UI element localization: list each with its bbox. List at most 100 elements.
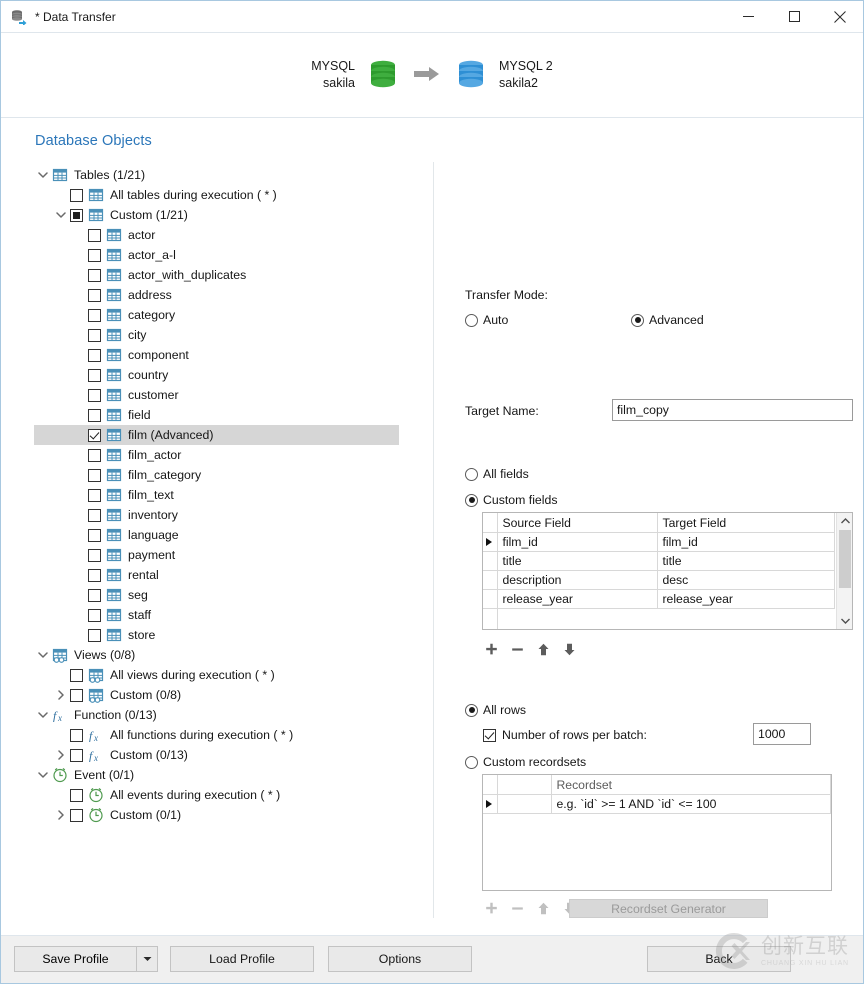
data-transfer-window: * Data Transfer MYSQL sakila MYSQL 2 sak…: [0, 0, 864, 984]
data-transfer-icon: [11, 9, 27, 26]
add-icon[interactable]: [485, 902, 498, 915]
table-row[interactable]: e.g. `id` >= 1 AND `id` <= 100: [483, 794, 831, 814]
database-cylinder-blue-icon: [457, 59, 485, 91]
grid-empty-area: [483, 813, 831, 886]
recordset-placeholder-cell[interactable]: e.g. `id` >= 1 AND `id` <= 100: [551, 794, 831, 814]
checkbox-rows-per-batch-label: Number of rows per batch:: [502, 728, 647, 742]
add-icon[interactable]: [485, 643, 498, 656]
radio-mode-advanced[interactable]: Advanced: [631, 313, 704, 327]
current-row-arrow-icon: [486, 538, 492, 546]
grid-column-header[interactable]: Target Field: [657, 513, 835, 533]
connection-header: MYSQL sakila MYSQL 2 sakila2: [1, 33, 863, 118]
table-row[interactable]: release_year release_year: [483, 589, 835, 609]
table-row[interactable]: description desc: [483, 570, 835, 590]
source-connection[interactable]: MYSQL sakila: [311, 58, 397, 92]
source-field-cell[interactable]: title: [497, 551, 658, 571]
table-row[interactable]: title title: [483, 551, 835, 571]
source-field-cell[interactable]: film_id: [497, 532, 658, 552]
radio-all-rows-label: All rows: [483, 703, 527, 717]
title-bar: * Data Transfer: [1, 1, 863, 33]
radio-dot-custom-fields: [465, 493, 478, 507]
grid-row-marker: [483, 570, 498, 590]
source-database-label: sakila: [323, 76, 356, 90]
remove-icon[interactable]: [511, 643, 524, 656]
scroll-up-icon[interactable]: [837, 513, 852, 529]
grid-header-row: Source Field Target Field: [483, 513, 835, 533]
grid-marker-header: [483, 513, 498, 533]
radio-dot-all-rows: [465, 703, 478, 717]
radio-all-rows[interactable]: All rows: [465, 703, 526, 717]
radio-dot-custom-recordsets: [465, 755, 478, 769]
radio-mode-auto-label: Auto: [483, 313, 509, 327]
load-profile-button[interactable]: Load Profile: [170, 946, 314, 972]
options-button[interactable]: Options: [328, 946, 472, 972]
grid-empty-cell: [551, 813, 831, 886]
grid-empty-cell: [657, 608, 835, 629]
custom-fields-grid[interactable]: Source Field Target Field film_id film_id ti…: [482, 512, 853, 630]
source-engine-label: MYSQL: [311, 59, 356, 73]
source-field-cell[interactable]: release_year: [497, 589, 658, 609]
scroll-down-icon[interactable]: [837, 613, 852, 629]
target-engine-label: MYSQL 2: [499, 59, 553, 73]
target-connection[interactable]: MYSQL 2 sakila2: [457, 58, 553, 92]
radio-mode-advanced-label: Advanced: [649, 313, 704, 327]
maximize-button[interactable]: [771, 1, 817, 32]
current-row-arrow-icon: [486, 800, 492, 808]
grid-empty-cell: [497, 813, 551, 886]
body: Database Objects Tables (1/21) All tables…: [1, 118, 863, 980]
move-up-icon[interactable]: [537, 902, 550, 915]
grid-header-row: Recordset: [483, 775, 831, 795]
grid-column-header[interactable]: Source Field: [497, 513, 658, 533]
recordset-toolbar: [485, 902, 576, 915]
grid-spacer-cell: [497, 794, 552, 814]
target-field-cell[interactable]: release_year: [657, 589, 835, 609]
scroll-thumb[interactable]: [839, 530, 851, 588]
grid-row-marker: [483, 532, 498, 552]
source-field-cell[interactable]: description: [497, 570, 658, 590]
target-field-cell[interactable]: title: [657, 551, 835, 571]
recordset-grid[interactable]: Recordset e.g. `id` >= 1 AND `id` <= 100: [482, 774, 832, 891]
grid-empty-cell: [497, 608, 657, 629]
grid-marker-header: [483, 775, 498, 795]
radio-dot-all-fields: [465, 467, 478, 481]
rows-per-batch-input[interactable]: [753, 723, 811, 745]
radio-all-fields-label: All fields: [483, 467, 529, 481]
radio-custom-recordsets-label: Custom recordsets: [483, 755, 587, 769]
grid-spacer-header: [497, 775, 552, 795]
fields-grid-scrollbar[interactable]: [836, 513, 852, 629]
grid-row-marker: [483, 794, 498, 814]
target-name-label: Target Name:: [465, 404, 539, 418]
arrow-right-icon: [414, 66, 440, 85]
radio-mode-auto[interactable]: Auto: [465, 313, 508, 327]
checkbox-box-rows-per-batch: [483, 728, 496, 742]
grid-row-marker: [483, 551, 498, 571]
grid-empty-area: [483, 608, 835, 629]
target-field-cell[interactable]: desc: [657, 570, 835, 590]
fields-toolbar: [485, 643, 576, 656]
transfer-direction: [397, 66, 457, 85]
save-profile-button[interactable]: Save Profile: [14, 946, 158, 972]
table-row[interactable]: film_id film_id: [483, 532, 835, 552]
chevron-down-icon[interactable]: [136, 947, 157, 971]
radio-all-fields[interactable]: All fields: [465, 467, 529, 481]
grid-column-header[interactable]: Recordset: [551, 775, 831, 795]
target-database-label: sakila2: [499, 76, 538, 90]
grid-empty-cell: [483, 608, 498, 629]
recordset-generator-button[interactable]: Recordset Generator: [569, 899, 768, 918]
move-up-icon[interactable]: [537, 643, 550, 656]
transfer-mode-label: Transfer Mode:: [465, 288, 548, 302]
target-name-input[interactable]: [612, 399, 853, 421]
radio-dot-advanced: [631, 313, 644, 327]
close-button[interactable]: [817, 1, 863, 32]
checkbox-rows-per-batch[interactable]: Number of rows per batch:: [483, 728, 647, 742]
grid-empty-cell: [483, 813, 497, 886]
back-button[interactable]: Back: [647, 946, 791, 972]
radio-dot-auto: [465, 313, 478, 327]
target-field-cell[interactable]: film_id: [657, 532, 835, 552]
remove-icon[interactable]: [511, 902, 524, 915]
minimize-button[interactable]: [725, 1, 771, 32]
move-down-icon[interactable]: [563, 643, 576, 656]
radio-custom-fields[interactable]: Custom fields: [465, 493, 558, 507]
window-title: * Data Transfer: [35, 9, 116, 24]
radio-custom-recordsets[interactable]: Custom recordsets: [465, 755, 586, 769]
